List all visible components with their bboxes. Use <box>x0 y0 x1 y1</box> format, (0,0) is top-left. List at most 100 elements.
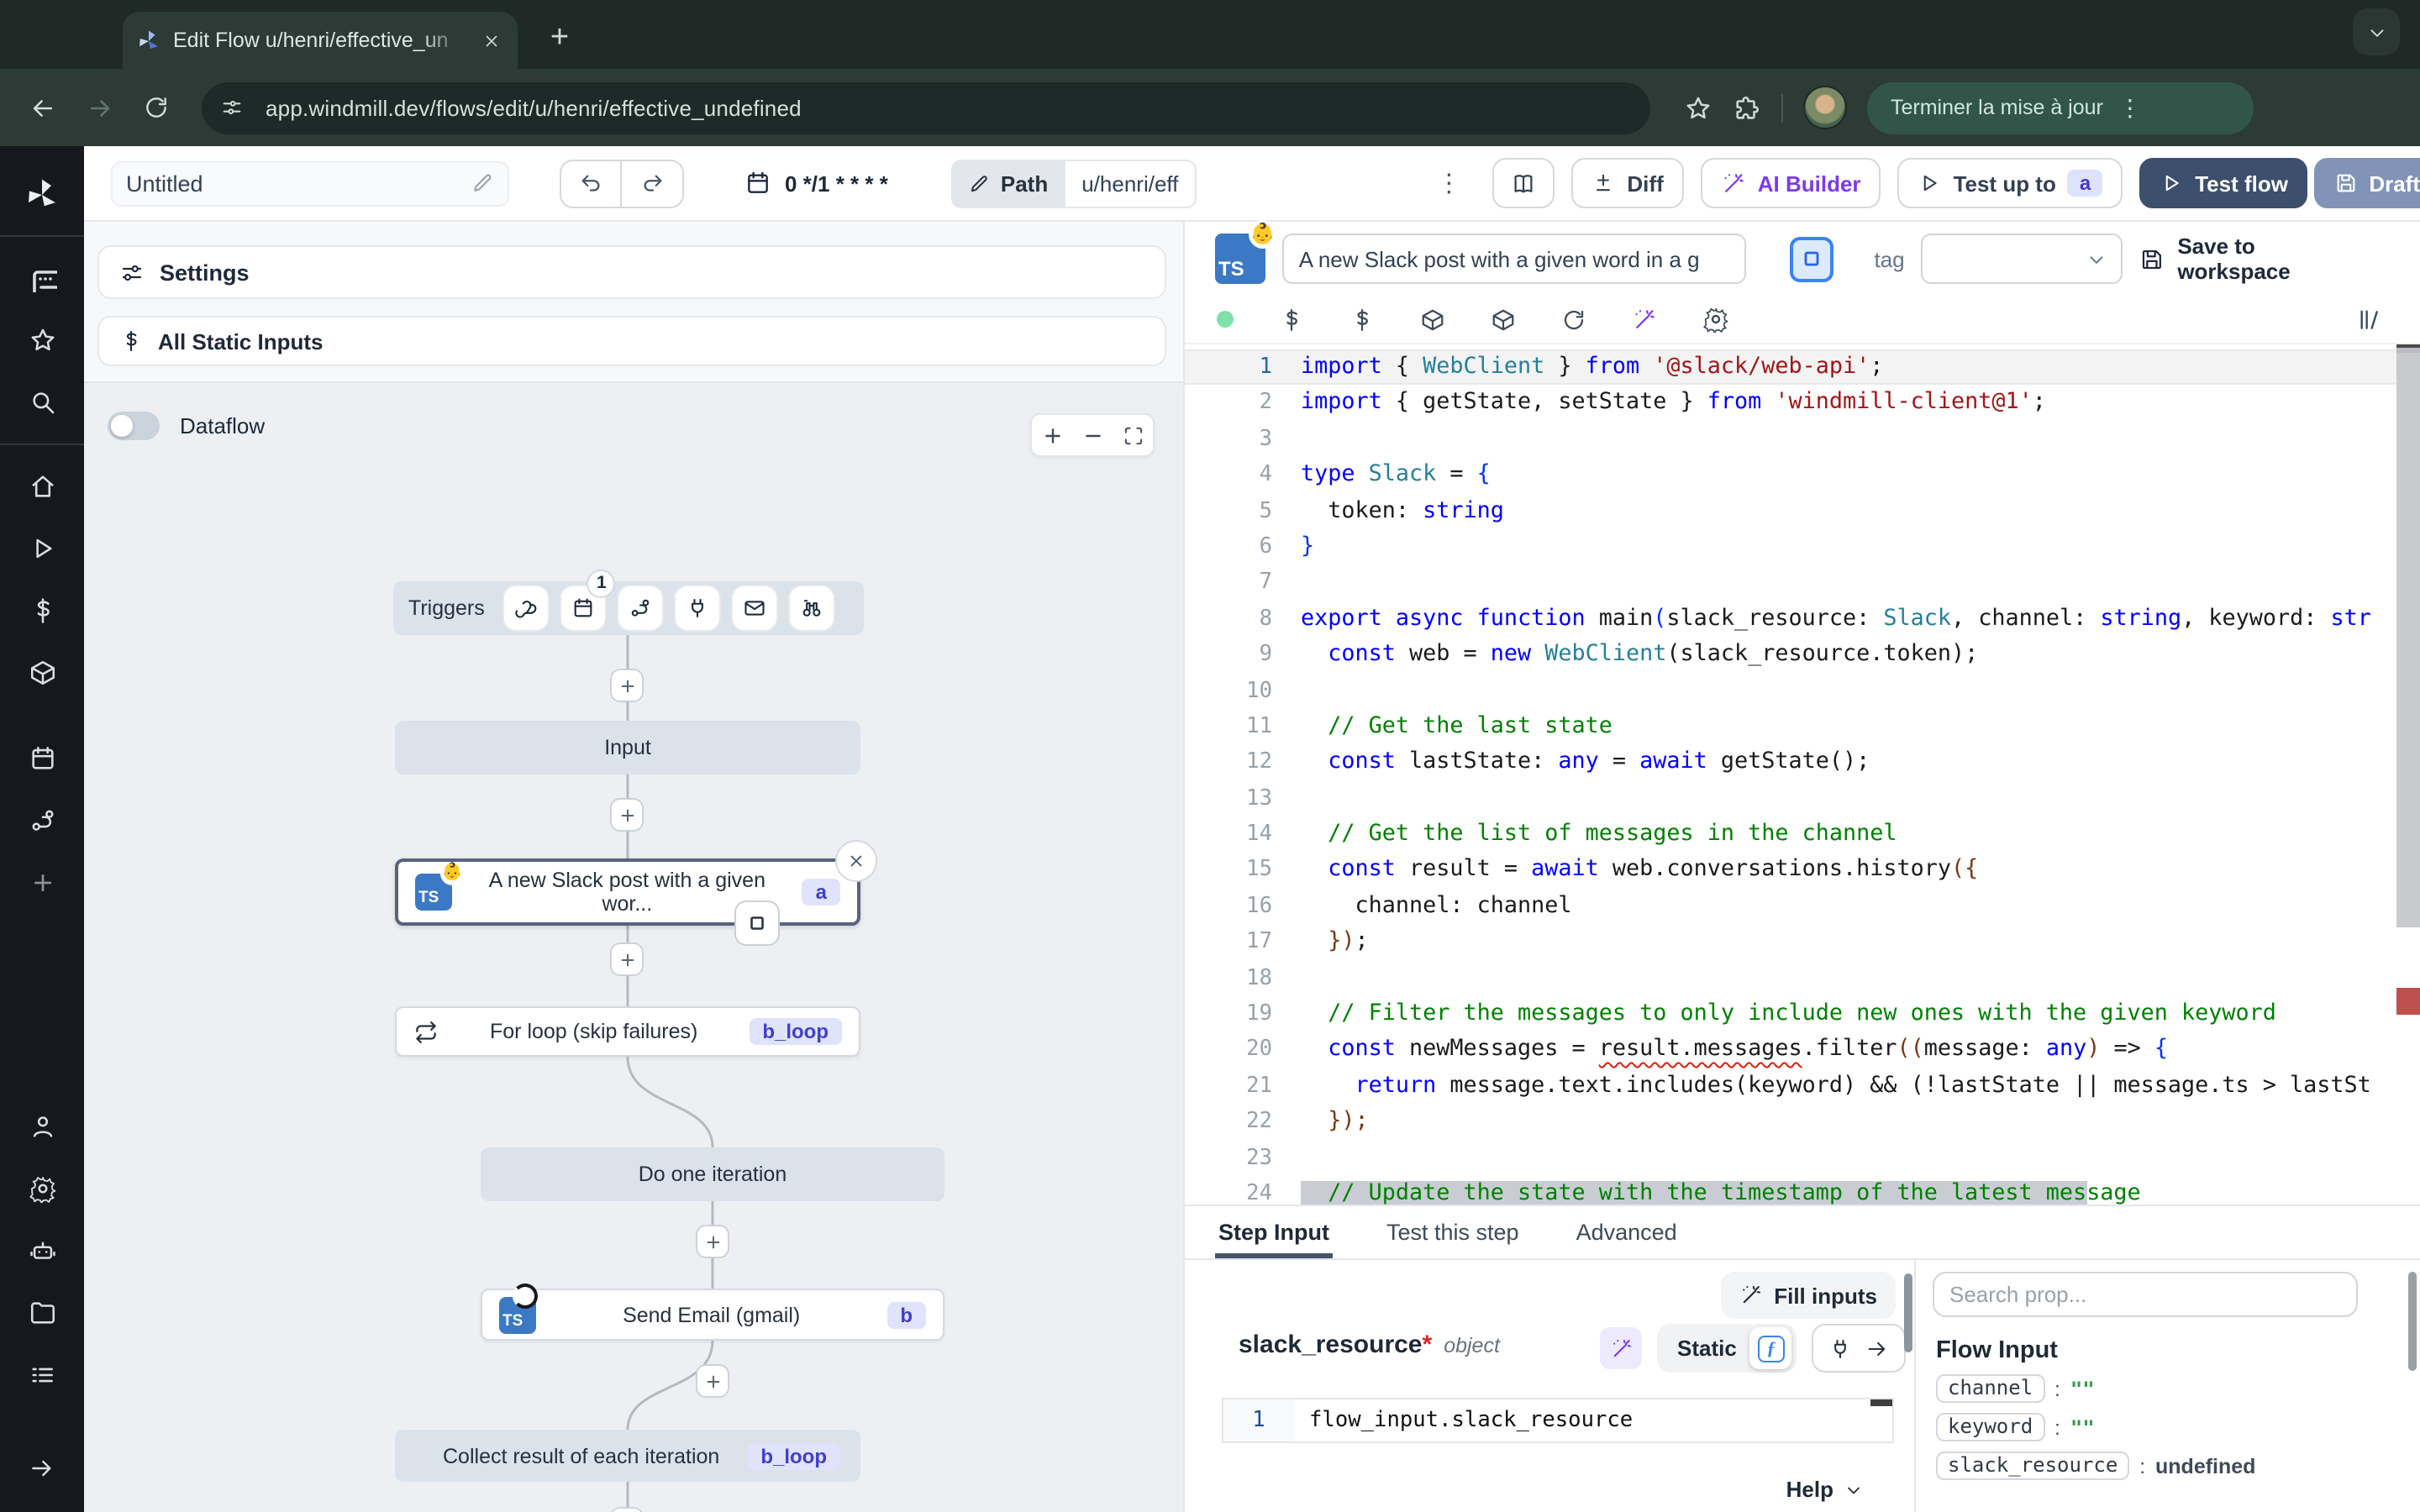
sidebar-item-routes[interactable] <box>13 795 71 846</box>
bookmark-star-icon[interactable] <box>1684 93 1712 122</box>
sidebar-item-home[interactable] <box>13 461 71 512</box>
schedule-trigger-button[interactable]: 1 <box>562 586 606 630</box>
sidebar-item-account[interactable] <box>13 1101 71 1152</box>
reload-icon[interactable] <box>134 86 178 129</box>
dataflow-toggle[interactable] <box>108 412 160 440</box>
expr-mode-button[interactable]: ƒ <box>1750 1327 1792 1369</box>
send-email-node[interactable]: TS Send Email (gmail) b <box>481 1289 944 1341</box>
flow-input-prop-row[interactable]: channel:"" <box>1936 1374 2255 1403</box>
flow-name-input[interactable]: Untitled <box>111 160 509 206</box>
library-icon[interactable] <box>2356 306 2383 333</box>
sidebar-item-folders[interactable] <box>13 1288 71 1338</box>
reload-deps-icon[interactable] <box>1561 307 1586 332</box>
test-up-to-button[interactable]: Test up to a <box>1898 158 2123 208</box>
path-button[interactable]: Path <box>952 159 1065 207</box>
site-info-icon[interactable] <box>212 87 252 128</box>
sidebar-item-workspace[interactable] <box>13 253 71 303</box>
flow-settings-button[interactable]: Settings <box>97 245 1166 299</box>
panel-scrollbar-thumb[interactable] <box>1904 1273 1912 1352</box>
ai-fill-button[interactable] <box>1600 1327 1642 1369</box>
delete-step-icon[interactable] <box>835 840 877 882</box>
avatar[interactable] <box>1803 86 1847 129</box>
save-to-workspace-button[interactable]: Save to workspace <box>2139 234 2374 284</box>
connect-input-button[interactable] <box>1812 1324 1907 1373</box>
resource-picker-icon[interactable] <box>1349 307 1375 332</box>
chrome-update-button[interactable]: Terminer la mise à jour ⋮ <box>1867 81 2254 134</box>
add-step-button[interactable] <box>610 1507 644 1512</box>
expr-editor[interactable]: 1 flow_input.slack_resource <box>1222 1398 1894 1443</box>
ai-builder-button[interactable]: AI Builder <box>1701 158 1881 208</box>
sidebar-item-search[interactable] <box>13 377 71 428</box>
undo-button[interactable] <box>560 159 622 207</box>
chrome-menu-icon[interactable]: ⋮ <box>2118 93 2142 122</box>
panel-scrollbar-thumb[interactable] <box>2408 1272 2417 1371</box>
prop-key[interactable]: channel <box>1936 1374 2044 1403</box>
fit-view-icon[interactable] <box>1122 424 1144 446</box>
variable-picker-icon[interactable] <box>1279 307 1304 332</box>
sidebar-item-runs[interactable] <box>13 523 71 574</box>
ai-assist-icon[interactable] <box>1632 307 1657 332</box>
path-value[interactable]: u/henri/eff <box>1065 159 1197 207</box>
windmill-logo-icon[interactable] <box>13 169 71 219</box>
code-editor[interactable]: 1import { WebClient } from '@slack/web-a… <box>1185 343 2420 1205</box>
add-step-button[interactable] <box>696 1225 729 1258</box>
sidebar-item-resources[interactable] <box>13 648 71 698</box>
add-step-button[interactable] <box>696 1364 729 1398</box>
static-expr-toggle[interactable]: Static ƒ <box>1657 1324 1797 1373</box>
sidebar-item-ai[interactable] <box>13 1226 71 1276</box>
package-icon[interactable] <box>1420 307 1445 332</box>
add-step-button[interactable] <box>610 942 644 976</box>
email-trigger-button[interactable] <box>734 586 777 630</box>
input-node[interactable]: Input <box>395 721 860 774</box>
sidebar-item-more[interactable] <box>13 858 71 908</box>
flow-input-prop-row[interactable]: keyword:"" <box>1936 1413 2255 1441</box>
sidebar-item-schedules[interactable] <box>13 733 71 784</box>
http-route-trigger-button[interactable] <box>619 586 663 630</box>
schedule-cron[interactable]: 0 */1 * * * * <box>744 170 888 197</box>
stop-after-step-button[interactable] <box>1791 236 1834 281</box>
prop-key[interactable]: keyword <box>1936 1413 2044 1441</box>
sidebar-item-logs[interactable] <box>13 1350 71 1400</box>
diff-button[interactable]: Diff <box>1571 158 1683 208</box>
package-icon[interactable] <box>1491 307 1516 332</box>
tag-select[interactable] <box>1922 234 2123 284</box>
forward-icon[interactable] <box>77 86 121 129</box>
browser-tab[interactable]: Edit Flow u/henri/effective_un <box>123 12 518 69</box>
test-flow-button[interactable]: Test flow <box>2139 158 2308 208</box>
tab-advanced[interactable]: Advanced <box>1573 1220 1681 1258</box>
extensions-icon[interactable] <box>1733 93 1761 122</box>
stop-after-step-icon[interactable] <box>734 900 780 946</box>
add-step-button[interactable] <box>610 798 644 832</box>
all-static-inputs-button[interactable]: All Static Inputs <box>97 316 1166 366</box>
sidebar-item-variables[interactable] <box>13 585 71 636</box>
tab-test-this-step[interactable]: Test this step <box>1383 1220 1523 1258</box>
docs-button[interactable] <box>1492 158 1555 208</box>
step-name-input[interactable]: A new Slack post with a given word in a … <box>1282 234 1747 284</box>
tab-search-chevron-icon[interactable] <box>2353 8 2400 55</box>
prop-key[interactable]: slack_resource <box>1936 1452 2129 1480</box>
fill-inputs-button[interactable]: Fill inputs <box>1720 1272 1896 1319</box>
zoom-in-icon[interactable] <box>1041 424 1063 446</box>
zoom-out-icon[interactable] <box>1081 424 1103 446</box>
webhook-trigger-button[interactable] <box>505 586 549 630</box>
url-input[interactable]: app.windmill.dev/flows/edit/u/henri/effe… <box>202 81 1650 134</box>
collect-result-node[interactable]: Collect result of each iteration b_loop <box>395 1430 860 1482</box>
editor-scrollbar[interactable] <box>2396 344 2420 1205</box>
editor-settings-icon[interactable] <box>1702 306 1729 333</box>
new-tab-button[interactable]: + <box>538 17 581 60</box>
slack-step-node[interactable]: TS👶 A new Slack post with a given wor...… <box>395 858 860 926</box>
poll-trigger-button[interactable] <box>791 586 834 630</box>
sidebar-item-settings[interactable] <box>13 1163 71 1214</box>
do-one-iteration-node[interactable]: Do one iteration <box>481 1147 944 1201</box>
forloop-node[interactable]: For loop (skip failures) b_loop <box>395 1006 860 1057</box>
tab-close-icon[interactable] <box>477 27 504 54</box>
redo-button[interactable] <box>622 159 684 207</box>
back-icon[interactable] <box>20 86 64 129</box>
expr-value[interactable]: flow_input.slack_resource <box>1294 1399 1892 1441</box>
draft-button[interactable]: Draft <box>2313 158 2420 208</box>
help-button[interactable]: Help <box>1786 1477 1864 1502</box>
sidebar-item-favorites[interactable] <box>13 315 71 365</box>
flow-input-prop-row[interactable]: slack_resource:undefined <box>1936 1452 2255 1480</box>
add-step-button[interactable] <box>610 669 644 702</box>
scrollbar-thumb[interactable] <box>2396 348 2420 927</box>
